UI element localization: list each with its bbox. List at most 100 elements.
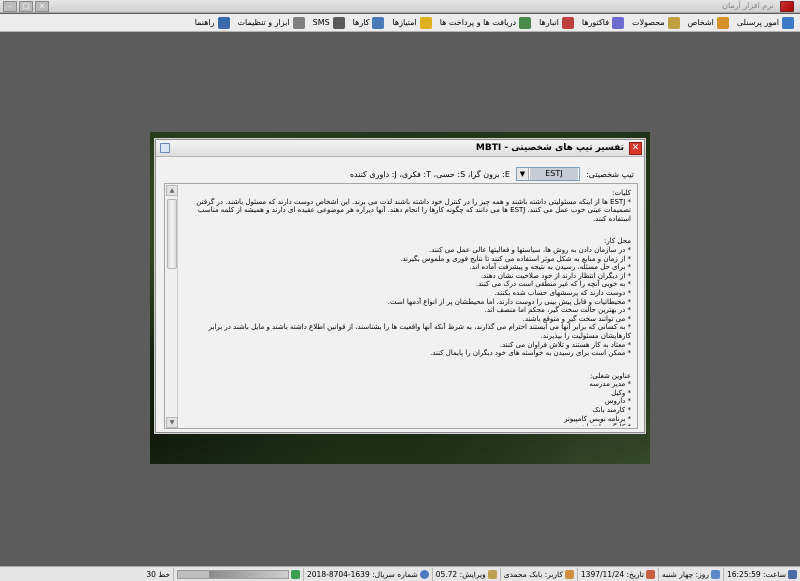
status-progress-bar: [177, 569, 290, 579]
type-legend: E: برون گرا، S: حسی، T: فکری، J: داوری ک…: [349, 169, 510, 179]
menu-item-4[interactable]: انبارها: [535, 15, 578, 31]
text-line: * داروس: [604, 397, 631, 406]
text-line: کارهایشان مسئولیت را بپذیرند.: [540, 331, 631, 340]
type-selector-row: تیپ شخصیتی: ESTJ ▼ E: برون گرا، S: حسی، …: [164, 166, 634, 182]
status-version: ویرایش: 05.72: [431, 567, 500, 581]
dialog-titlebar: ✕ تفسیر تیپ های شخصیتی - MBTI: [156, 140, 644, 157]
status-time: ساعت: 16:25:59: [722, 567, 800, 581]
menu-item-label: انبارها: [539, 18, 559, 27]
phone-icon: [291, 569, 301, 579]
menu-item-8[interactable]: SMS: [309, 15, 349, 31]
menu-icon: [332, 16, 345, 29]
menu-item-7[interactable]: کارها: [349, 15, 389, 31]
menu-item-1[interactable]: اشخاص: [684, 15, 733, 31]
status-user: کاربر: بابک محمدی: [499, 567, 577, 581]
menu-icon: [561, 16, 574, 29]
menu-item-6[interactable]: امتیازها: [388, 15, 435, 31]
menu-item-label: فاکتورها: [581, 18, 610, 27]
vertical-scrollbar[interactable]: ▲ ▼: [166, 185, 178, 428]
text-line: * معتاد به کار هستند و تلاش فراوان می کن…: [499, 340, 631, 349]
scroll-down-arrow-icon[interactable]: ▼: [166, 417, 178, 428]
text-line: * برنامه نویس کامپیوتر: [564, 414, 631, 423]
type-dropdown-value: ESTJ: [529, 168, 578, 180]
type-dropdown[interactable]: ESTJ ▼: [515, 167, 580, 181]
calendar-icon: [710, 569, 720, 579]
text-line: * ممکن است برای رسیدن به خواسته های خود …: [430, 349, 631, 358]
description-panel: ▲ ▼ کلیات: * ESTJ ها از اینکه مسئولیتی دا…: [164, 183, 638, 429]
text-line: * کارمند بانک: [592, 406, 631, 415]
status-bar: ساعت: 16:25:59 روز: چهار شنبه تاریخ: 139…: [0, 566, 800, 581]
text-line: * وکیل: [611, 388, 631, 397]
calendar-date-icon: [645, 569, 655, 579]
chevron-down-icon[interactable]: ▼: [516, 168, 529, 180]
scroll-thumb[interactable]: [167, 199, 177, 269]
menu-icon: [716, 16, 729, 29]
menu-icon: [667, 16, 680, 29]
text-line: * دوست دارند که پرسشهای حساب شده بکنند.: [494, 288, 631, 297]
menu-item-label: امتیازها: [392, 18, 417, 27]
progress-fill: [208, 570, 289, 578]
type-label: تیپ شخصیتی:: [585, 169, 634, 179]
menu-item-label: امور پرسنلی: [736, 18, 779, 27]
scroll-up-arrow-icon[interactable]: ▲: [166, 185, 178, 196]
menu-item-9[interactable]: ابزار و تنظیمات: [234, 15, 309, 31]
menu-item-label: ابزار و تنظیمات: [237, 18, 290, 27]
status-line: خط 30: [146, 569, 171, 579]
status-day: روز: چهار شنبه: [657, 567, 723, 581]
window-icon: [160, 143, 170, 153]
menu-item-label: SMS: [312, 18, 330, 27]
text-line: استفاده کنند.: [592, 214, 631, 223]
menu-icon: [612, 16, 625, 29]
description-text[interactable]: کلیات: * ESTJ ها از اینکه مسئولیتی داشته …: [183, 186, 635, 426]
status-serial: شماره سریال: 1639-8704-2018: [303, 567, 432, 581]
status-progress-cell: [173, 567, 303, 581]
globe-icon: [419, 569, 429, 579]
text-line: تصمیمات عینی خوب عمل می کنند. ESTJ ها می…: [197, 206, 631, 215]
text-line: * به خوبی آنچه را که غیر منطقی است درک م…: [475, 280, 631, 289]
menu-icon: [419, 16, 432, 29]
menu-icon: [292, 16, 305, 29]
app-title: نرم افزار آرمان: [722, 1, 774, 10]
menu-icon: [519, 16, 532, 29]
text-line: * ESTJ ها از اینکه مسئولیتی داشته باشند …: [196, 197, 631, 206]
text-line: * کارگر ساختمان: [187, 423, 631, 426]
text-line: * در سازمان دادن به روش ها، سیاستها و فع…: [429, 245, 631, 254]
user-icon: [564, 569, 574, 579]
menu-item-label: دریافت ها و پرداخت ها: [439, 18, 517, 27]
status-date: تاریخ: 1397/11/24: [576, 567, 658, 581]
text-line: * در بهترین حالت سخت گیر، محکم اما منصف …: [484, 306, 631, 315]
app-titlebar: – □ × نرم افزار آرمان: [0, 0, 800, 13]
app-logo-icon: [780, 1, 794, 12]
menu-item-label: محصولات: [632, 18, 665, 27]
menu-icon: [217, 16, 230, 29]
section-title: محل کار:: [604, 237, 631, 246]
mbti-dialog: ✕ تفسیر تیپ های شخصیتی - MBTI تیپ شخصیتی…: [155, 139, 645, 433]
menu-item-0[interactable]: امور پرسنلی: [733, 15, 798, 31]
menu-icon: [372, 16, 385, 29]
dialog-title: تفسیر تیپ های شخصیتی - MBTI: [475, 143, 624, 153]
close-window-button[interactable]: ×: [35, 1, 49, 12]
version-icon: [487, 569, 497, 579]
text-line: * محیطاتیات و قابل پیش بینی را دوست دارن…: [387, 297, 631, 306]
menu-item-10[interactable]: راهنما: [191, 15, 234, 31]
window-controls: – □ ×: [3, 1, 49, 12]
menu-icon: [782, 16, 794, 29]
text-line: * برای حل مسئله، رسیدن به نتیجه و پیشرفت…: [469, 263, 631, 272]
dialog-close-button[interactable]: ✕: [629, 142, 642, 155]
section-title: کلیات:: [612, 189, 631, 197]
menu-item-label: کارها: [352, 18, 370, 27]
menu-item-3[interactable]: فاکتورها: [578, 15, 628, 31]
minimize-button[interactable]: –: [3, 1, 17, 12]
menu-item-2[interactable]: محصولات: [628, 15, 684, 31]
text-line: * مدیر مدرسه: [589, 380, 631, 389]
maximize-button[interactable]: □: [19, 1, 33, 12]
clock-icon: [788, 569, 797, 579]
menu-item-5[interactable]: دریافت ها و پرداخت ها: [436, 15, 535, 31]
text-line: * به کسانی که برابر آنها می ایستند احترا…: [208, 323, 631, 332]
text-line: * از زمان و منابع به شکل موثر استفاده می…: [400, 254, 631, 263]
menu-item-label: اشخاص: [687, 18, 714, 27]
section-title: عناوین شغلی:: [589, 371, 631, 380]
main-menu-bar: امور پرسنلی اشخاص محصولات فاکتورها انبارها در…: [0, 14, 800, 32]
